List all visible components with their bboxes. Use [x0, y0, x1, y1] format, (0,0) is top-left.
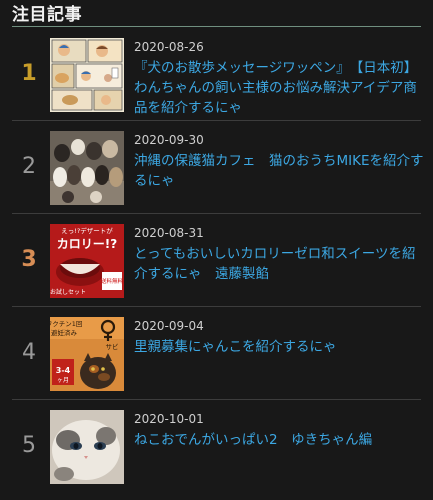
rank-number: 5 [22, 433, 36, 458]
list-item[interactable]: 2 2020-09-30 沖縄の保護猫カフェ 猫のおうちMIKEを紹介するにゃ [0, 121, 433, 214]
article-list: 1 2020-08-26 『犬のお散歩メッセージワッペン』 【日本初】わんちゃん… [0, 28, 433, 493]
article-date: 2020-08-26 [134, 40, 204, 54]
cats-photo-thumbnail-image [50, 131, 124, 205]
sweets-ad-thumbnail-image: えっ!?デザートが カロリー!? 送料無料 お試しセット [50, 224, 124, 298]
title-divider [12, 26, 421, 27]
rank-number: 4 [22, 340, 36, 365]
article-title-link[interactable]: 沖縄の保護猫カフェ 猫のおうちMIKEを紹介するにゃ [134, 151, 424, 191]
article-date: 2020-08-31 [134, 226, 204, 240]
thumb-text-top2: 避妊済み [51, 328, 78, 337]
article-meta: 2020-09-04 里親募集にゃんこを紹介するにゃ [134, 319, 424, 357]
article-date: 2020-09-04 [134, 319, 204, 333]
adoption-cat-thumbnail-image: ワクチン1回 避妊済み サビ 3-4 ヶ月 [50, 317, 124, 391]
article-thumbnail[interactable]: ワクチン1回 避妊済み サビ 3-4 ヶ月 [50, 317, 124, 391]
list-item[interactable]: 1 2020-08-26 『犬のお散歩メッセージワッペン』 【日本初】わんちゃん… [0, 28, 433, 121]
article-title-link[interactable]: 『犬のお散歩メッセージワッペン』 【日本初】わんちゃんの飼い主様のお悩み解決アイ… [134, 58, 424, 118]
article-thumbnail[interactable]: えっ!?デザートが カロリー!? 送料無料 お試しセット [50, 224, 124, 298]
thumb-text-main: カロリー!? [57, 237, 117, 251]
article-title-link[interactable]: ねこおでんがいっぱい2 ゆきちゃん編 [134, 430, 424, 450]
cat-closeup-thumbnail-image [50, 410, 124, 484]
article-meta: 2020-08-31 とってもおいしいカロリーゼロ和スイーツを紹介するにゃ 遠藤… [134, 226, 424, 284]
manga-thumbnail-image [50, 38, 124, 112]
article-title-link[interactable]: とってもおいしいカロリーゼロ和スイーツを紹介するにゃ 遠藤製餡 [134, 244, 424, 284]
article-thumbnail[interactable] [50, 38, 124, 112]
article-date: 2020-09-30 [134, 133, 204, 147]
thumb-text-bottom: お試しセット [50, 288, 86, 296]
list-item[interactable]: 4 ワクチン1回 避妊済み サビ 3-4 ヶ月 [0, 307, 433, 400]
thumb-text-top: えっ!?デザートが [61, 226, 113, 235]
thumb-text-badge: サビ [106, 342, 119, 351]
popular-articles-widget: 注目記事 1 2020-08-26 『犬のお散歩メッセージワッペン』 【日本初】… [0, 0, 433, 500]
list-item[interactable]: 3 えっ!?デザートが カロリー!? 送料無料 お試しセット 2020-08-3… [0, 214, 433, 307]
thumb-text-top: ワクチン1回 [50, 320, 82, 328]
article-thumbnail[interactable] [50, 131, 124, 205]
article-meta: 2020-08-26 『犬のお散歩メッセージワッペン』 【日本初】わんちゃんの飼… [134, 40, 424, 118]
thumb-text-age: 3-4 [56, 366, 71, 375]
rank-number: 1 [21, 61, 37, 86]
rank-number: 2 [22, 154, 36, 179]
article-thumbnail[interactable] [50, 410, 124, 484]
article-meta: 2020-09-30 沖縄の保護猫カフェ 猫のおうちMIKEを紹介するにゃ [134, 133, 424, 191]
thumb-text-badge: 送料無料 [101, 277, 124, 285]
thumb-text-age-unit: ヶ月 [57, 377, 69, 384]
article-date: 2020-10-01 [134, 412, 204, 426]
article-title-link[interactable]: 里親募集にゃんこを紹介するにゃ [134, 337, 424, 357]
widget-title: 注目記事 [12, 5, 82, 25]
rank-number: 3 [21, 247, 37, 272]
list-item[interactable]: 5 2020-10-01 ねこおでんがいっぱい2 ゆきちゃん編 [0, 400, 433, 493]
article-meta: 2020-10-01 ねこおでんがいっぱい2 ゆきちゃん編 [134, 412, 424, 450]
